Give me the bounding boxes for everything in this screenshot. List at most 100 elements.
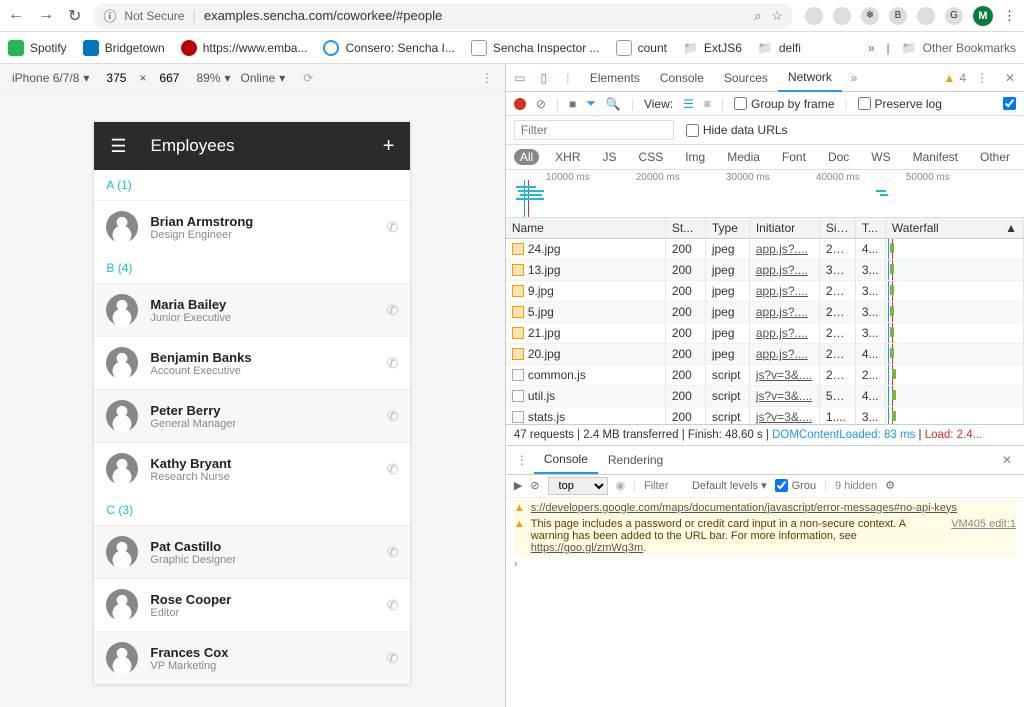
initiator-link[interactable]: js?v=3&.... <box>756 368 812 382</box>
large-view-icon[interactable]: ≡ <box>704 97 711 111</box>
initiator-link[interactable]: js?v=3&.... <box>756 389 812 403</box>
console-clear-icon[interactable]: ⊘ <box>530 479 539 492</box>
phone-icon[interactable]: ✆ <box>387 461 399 478</box>
initiator-link[interactable]: app.js?.... <box>756 263 808 277</box>
extension-icon[interactable]: G <box>945 7 963 25</box>
filter-other[interactable]: Other <box>974 149 1016 165</box>
inspect-icon[interactable]: ▭ <box>508 71 532 85</box>
initiator-link[interactable]: app.js?.... <box>756 347 808 361</box>
console-filter[interactable] <box>644 480 684 492</box>
filter-js[interactable]: JS <box>597 149 623 165</box>
col-time[interactable]: T... <box>856 218 886 238</box>
search-icon[interactable]: 🔍 <box>606 97 621 111</box>
col-size[interactable]: Size <box>820 218 856 238</box>
other-bookmarks[interactable]: Other Bookmarks <box>902 41 1016 55</box>
network-row[interactable]: 20.jpg200jpegapp.js?....24...4... <box>506 344 1024 365</box>
network-row[interactable]: util.js200scriptjs?v=3&....51...4... <box>506 386 1024 407</box>
bookmark-item[interactable]: Consero: Sencha I... <box>323 40 454 56</box>
warning-icon[interactable]: ▲ <box>943 71 955 85</box>
initiator-link[interactable]: app.js?.... <box>756 284 808 298</box>
hide-data-urls[interactable]: Hide data URLs <box>686 123 788 137</box>
col-type[interactable]: Type <box>706 218 750 238</box>
preserve-log[interactable]: Preserve log <box>858 97 942 111</box>
drawer-tab-console[interactable]: Console <box>534 446 598 474</box>
col-initiator[interactable]: Initiator <box>750 218 820 238</box>
bookmark-item[interactable]: https://www.emba... <box>181 40 308 56</box>
address-bar[interactable]: ⓘ Not Secure | examples.sencha.com/cowor… <box>93 3 793 29</box>
context-selector[interactable]: top <box>548 477 608 495</box>
bookmark-item[interactable]: Spotify <box>8 40 67 56</box>
col-waterfall[interactable]: Waterfall ▲ <box>886 218 1024 238</box>
menu-icon[interactable]: ☰ <box>110 136 126 157</box>
filter-manifest[interactable]: Manifest <box>907 149 964 165</box>
drawer-tab-rendering[interactable]: Rendering <box>598 446 673 474</box>
devtools-tab-elements[interactable]: Elements <box>580 64 650 92</box>
filter-media[interactable]: Media <box>721 149 766 165</box>
group-by-frame[interactable]: Group by frame <box>734 97 834 111</box>
bookmark-folder[interactable]: delfi <box>758 41 801 55</box>
devtools-close-icon[interactable]: ✕ <box>998 71 1022 85</box>
network-row[interactable]: 5.jpg200jpegapp.js?....23...3... <box>506 302 1024 323</box>
network-filter-input[interactable] <box>514 120 674 140</box>
device-mode-icon[interactable]: ▯ <box>532 71 556 85</box>
initiator-link[interactable]: js?v=3&.... <box>756 410 812 424</box>
bookmark-item[interactable]: Bridgetown <box>83 40 165 56</box>
phone-icon[interactable]: ✆ <box>387 597 399 614</box>
device-width[interactable] <box>99 71 133 85</box>
devtools-tab-network[interactable]: Network <box>778 64 842 92</box>
network-row[interactable]: common.js200scriptjs?v=3&....29...2... <box>506 365 1024 386</box>
gear-icon[interactable]: ⚙ <box>885 479 895 492</box>
network-timeline[interactable]: 10000 ms20000 ms30000 ms40000 ms50000 ms <box>506 170 1024 218</box>
filter-all[interactable]: All <box>514 149 539 165</box>
filter-font[interactable]: Font <box>776 149 812 165</box>
employee-row[interactable]: Peter BerryGeneral Manager✆ <box>94 389 410 442</box>
eye-icon[interactable]: ◉ <box>616 479 626 492</box>
employee-row[interactable]: Rose CooperEditor✆ <box>94 578 410 631</box>
network-row[interactable]: stats.js200scriptjs?v=3&....1....3... <box>506 407 1024 424</box>
drawer-close-icon[interactable]: ✕ <box>994 453 1020 467</box>
overflow-icon[interactable]: » <box>868 41 875 55</box>
phone-icon[interactable]: ✆ <box>387 408 399 425</box>
levels-selector[interactable]: Default levels ▾ <box>692 479 767 492</box>
rotate-icon[interactable]: ⟳ <box>303 71 313 85</box>
extension-icon[interactable] <box>917 7 935 25</box>
phone-icon[interactable]: ✆ <box>387 302 399 319</box>
zoom-selector[interactable]: 89% ▾ <box>196 71 230 85</box>
employee-row[interactable]: Kathy BryantResearch Nurse✆ <box>94 442 410 495</box>
star-icon[interactable]: ☆ <box>771 8 783 24</box>
record-icon[interactable] <box>514 98 526 110</box>
console-link[interactable]: s://developers.google.com/maps/documenta… <box>531 502 957 514</box>
bookmark-item[interactable]: count <box>616 40 667 56</box>
filter-icon[interactable]: ⏷ <box>586 96 596 111</box>
throttle-selector[interactable]: Online ▾ <box>241 71 286 85</box>
hidden-count[interactable]: 9 hidden <box>835 480 877 492</box>
bookmark-folder[interactable]: ExtJS6 <box>683 41 742 55</box>
disable-cache[interactable] <box>1003 97 1016 110</box>
device-selector[interactable]: iPhone 6/7/8 ▾ <box>12 71 89 85</box>
employee-row[interactable]: Maria BaileyJunior Executive✆ <box>94 283 410 336</box>
clear-icon[interactable]: ⊘ <box>536 97 546 111</box>
device-menu-icon[interactable]: ⋮ <box>481 71 493 85</box>
profile-avatar[interactable]: M <box>973 6 993 26</box>
forward-button[interactable]: → <box>38 6 54 26</box>
group-similar[interactable]: Grou <box>775 479 816 492</box>
filter-img[interactable]: Img <box>679 149 711 165</box>
col-name[interactable]: Name <box>506 218 666 238</box>
more-tabs-icon[interactable]: » <box>842 71 866 85</box>
extension-icon[interactable]: B <box>889 7 907 25</box>
back-button[interactable]: ← <box>8 6 24 26</box>
extension-icon[interactable] <box>833 7 851 25</box>
initiator-link[interactable]: app.js?.... <box>756 242 808 256</box>
employee-row[interactable]: Frances CoxVP Marketing✆ <box>94 631 410 684</box>
network-row[interactable]: 24.jpg200jpegapp.js?....25...4... <box>506 239 1024 260</box>
network-row[interactable]: 9.jpg200jpegapp.js?....26...3... <box>506 281 1024 302</box>
phone-icon[interactable]: ✆ <box>387 650 399 667</box>
chrome-menu-icon[interactable]: ⋮ <box>1003 8 1016 24</box>
filter-ws[interactable]: WS <box>865 149 896 165</box>
console-menu-icon[interactable]: ⋮ <box>510 453 534 467</box>
extension-icon[interactable]: ❄ <box>861 7 879 25</box>
devtools-menu-icon[interactable]: ⋮ <box>970 71 994 85</box>
devtools-tab-console[interactable]: Console <box>650 64 714 92</box>
device-height[interactable] <box>152 71 186 85</box>
capture-icon[interactable]: ■ <box>569 97 576 111</box>
